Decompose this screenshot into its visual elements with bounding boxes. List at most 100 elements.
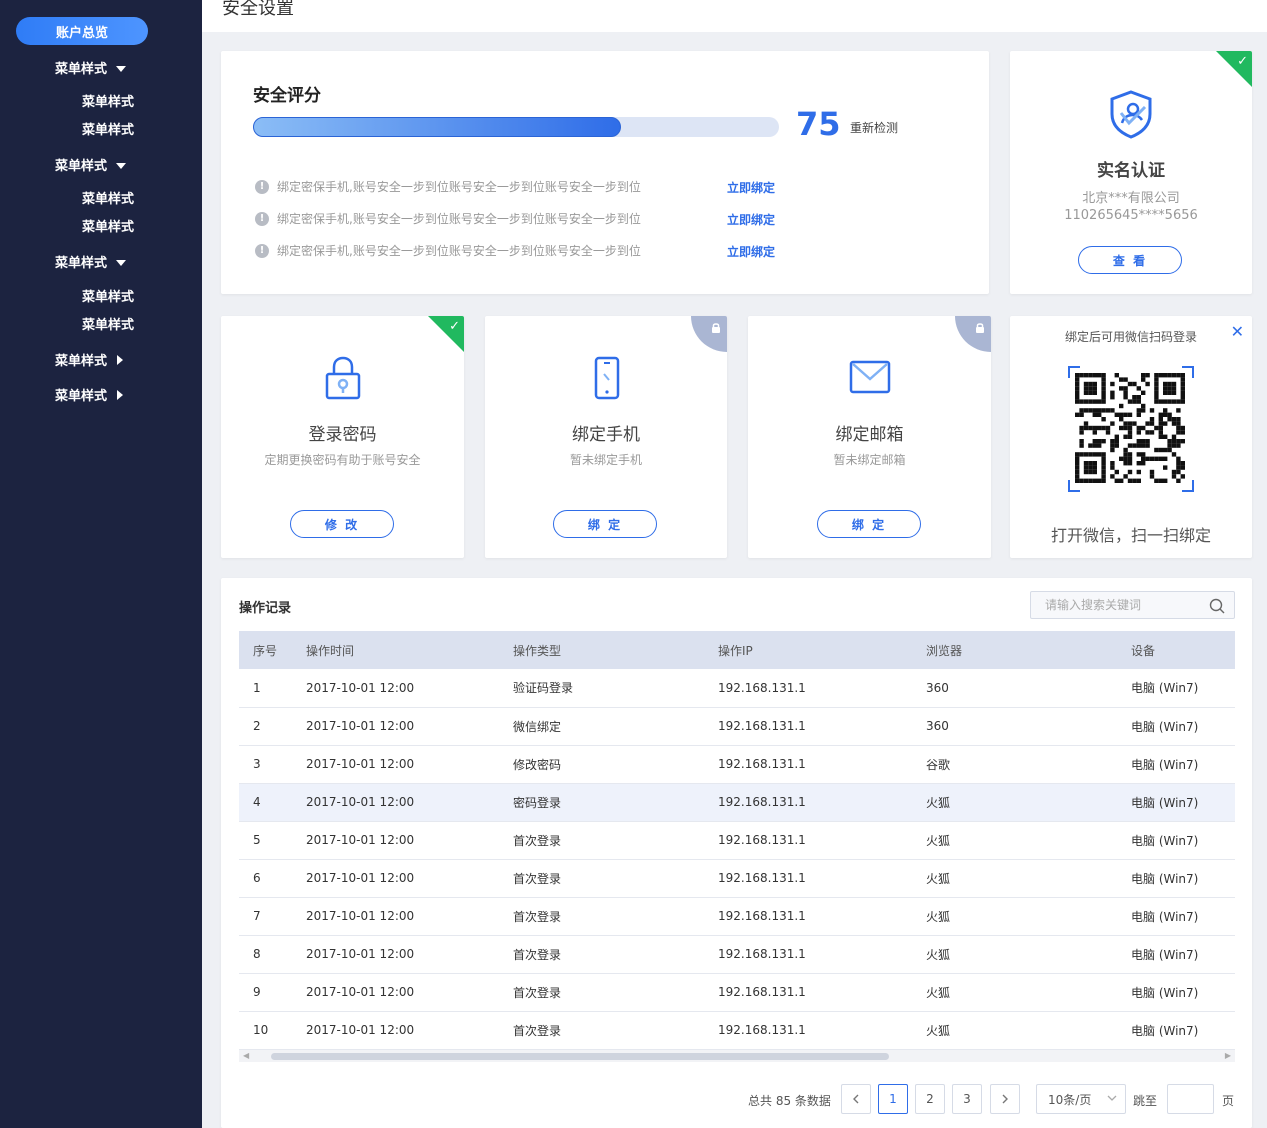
header: 安全设置 — [202, 0, 1267, 32]
nav-sub-item[interactable]: 菜单样式 — [82, 314, 134, 333]
nav-sub-item[interactable]: 菜单样式 — [82, 286, 134, 305]
prev-page-button[interactable] — [841, 1084, 871, 1114]
table-cell: 10 — [239, 1011, 292, 1050]
nav-group-label: 菜单样式 — [55, 159, 108, 174]
page-title: 安全设置 — [222, 0, 294, 19]
nav-sub-item[interactable]: 菜单样式 — [82, 188, 134, 207]
nav-group-2[interactable]: 菜单样式 — [55, 155, 127, 174]
page-button[interactable]: 3 — [952, 1084, 982, 1114]
bind-email-button[interactable]: 绑 定 — [817, 510, 921, 538]
score-title: 安全评分 — [253, 86, 321, 106]
table-cell: 首次登录 — [499, 821, 704, 860]
table-cell: 2017-10-01 12:00 — [292, 859, 499, 898]
horizontal-scrollbar[interactable]: ◀ ▶ — [239, 1050, 1235, 1062]
lock-icon — [325, 356, 361, 400]
records-table: 序号 操作时间 操作类型 操作IP 浏览器 设备 1 2017-10-01 12:… — [239, 631, 1235, 1050]
table-cell: 192.168.131.1 — [704, 707, 912, 746]
table-cell: 2 — [239, 707, 292, 746]
search-icon[interactable] — [1209, 598, 1225, 614]
scroll-right-icon[interactable]: ▶ — [1225, 1051, 1231, 1060]
table-row: 1 2017-10-01 12:00 验证码登录 192.168.131.1 360 电脑… — [239, 669, 1235, 708]
tip-row: ! 绑定密保手机,账号安全一步到位账号安全一步到位账号安全一步到位 — [255, 210, 795, 227]
modify-password-button[interactable]: 修 改 — [290, 510, 394, 538]
table-cell: 192.168.131.1 — [704, 897, 912, 936]
table-row: 8 2017-10-01 12:00 首次登录 192.168.131.1 火狐 电脑 (… — [239, 935, 1235, 974]
nav-group-3[interactable]: 菜单样式 — [55, 252, 127, 271]
nav-sub-item[interactable]: 菜单样式 — [82, 216, 134, 235]
bind-now-link[interactable]: 立即绑定 — [727, 211, 775, 228]
info-icon: ! — [255, 211, 269, 226]
page-size-select[interactable]: 10条/页 — [1036, 1084, 1126, 1114]
nav-group-label: 菜单样式 — [55, 62, 108, 77]
chevron-right-icon — [1002, 1094, 1008, 1104]
records-title: 操作记录 — [239, 601, 292, 616]
nav-sub-item[interactable]: 菜单样式 — [82, 91, 134, 110]
nav-group-5[interactable]: 菜单样式 — [55, 385, 124, 404]
table-cell: 谷歌 — [912, 745, 1117, 784]
table-cell: 192.168.131.1 — [704, 1011, 912, 1050]
table-cell: 首次登录 — [499, 1011, 704, 1050]
bind-now-link[interactable]: 立即绑定 — [727, 179, 775, 196]
table-cell: 192.168.131.1 — [704, 783, 912, 822]
page-unit-label: 页 — [1222, 1094, 1235, 1108]
tip-row: ! 绑定密保手机,账号安全一步到位账号安全一步到位账号安全一步到位 — [255, 242, 795, 259]
recheck-link[interactable]: 重新检测 — [850, 119, 898, 136]
table-cell: 电脑 (Win7) — [1117, 821, 1235, 860]
tip-row: ! 绑定密保手机,账号安全一步到位账号安全一步到位账号安全一步到位 — [255, 178, 795, 195]
view-button[interactable]: 查 看 — [1078, 246, 1182, 274]
table-cell: 电脑 (Win7) — [1117, 859, 1235, 898]
sidebar: 账户总览 菜单样式 菜单样式 菜单样式 菜单样式 菜单样式 菜单样式 菜单样式 … — [0, 0, 202, 1128]
table-cell: 密码登录 — [499, 783, 704, 822]
scrollbar-thumb[interactable] — [271, 1053, 889, 1060]
next-page-button[interactable] — [990, 1084, 1020, 1114]
table-cell: 验证码登录 — [499, 669, 704, 708]
table-row: 10 2017-10-01 12:00 首次登录 192.168.131.1 火狐 电脑 … — [239, 1011, 1235, 1050]
table-cell: 192.168.131.1 — [704, 859, 912, 898]
table-cell: 电脑 (Win7) — [1117, 1011, 1235, 1050]
table-cell: 首次登录 — [499, 973, 704, 1012]
caret-down-icon — [116, 162, 127, 169]
table-cell: 火狐 — [912, 897, 1117, 936]
table-cell: 192.168.131.1 — [704, 745, 912, 784]
locked-corner — [955, 316, 991, 352]
table-cell: 9 — [239, 973, 292, 1012]
scroll-left-icon[interactable]: ◀ — [243, 1051, 249, 1060]
table-cell: 2017-10-01 12:00 — [292, 783, 499, 822]
card-title: 绑定邮箱 — [835, 425, 904, 445]
lock-small-icon — [976, 323, 984, 333]
close-icon[interactable]: ✕ — [1231, 322, 1244, 341]
qr-title: 绑定后可用微信扫码登录 — [1064, 330, 1197, 344]
card-subtitle: 定期更换密码有助于账号安全 — [264, 453, 421, 467]
nav-sub-item[interactable]: 菜单样式 — [82, 119, 134, 138]
table-cell: 首次登录 — [499, 897, 704, 936]
nav-group-label: 菜单样式 — [55, 354, 108, 369]
table-cell: 电脑 (Win7) — [1117, 707, 1235, 746]
jump-page-input[interactable] — [1167, 1084, 1214, 1114]
score-value: 75 — [796, 105, 841, 143]
column-header: 操作类型 — [499, 631, 704, 669]
table-cell: 电脑 (Win7) — [1117, 935, 1235, 974]
nav-group-4[interactable]: 菜单样式 — [55, 350, 124, 369]
page-button[interactable]: 2 — [915, 1084, 945, 1114]
table-cell: 火狐 — [912, 973, 1117, 1012]
qr-code — [1068, 366, 1194, 492]
card-subtitle: 暂未绑定手机 — [569, 453, 642, 467]
table-cell: 微信绑定 — [499, 707, 704, 746]
jump-label: 跳至 — [1133, 1094, 1158, 1108]
operation-records-card: 操作记录 序号 操作时间 操作类型 操作IP 浏览器 设备 12017-10-0… — [221, 578, 1252, 1128]
search-input[interactable] — [1031, 592, 1201, 618]
chevron-left-icon — [853, 1094, 859, 1104]
page-button[interactable]: 1 — [878, 1084, 908, 1114]
table-cell: 2017-10-01 12:00 — [292, 745, 499, 784]
table-cell: 火狐 — [912, 935, 1117, 974]
phone-icon — [594, 356, 620, 400]
page-size-value: 10条/页 — [1048, 1092, 1092, 1107]
realname-id: 110265645****5656 — [1064, 208, 1198, 223]
nav-item-account-overview[interactable]: 账户总览 — [16, 17, 148, 45]
nav-group-1[interactable]: 菜单样式 — [55, 58, 127, 77]
bind-now-link[interactable]: 立即绑定 — [727, 243, 775, 260]
check-icon: ✓ — [449, 319, 460, 334]
table-cell: 2017-10-01 12:00 — [292, 1011, 499, 1050]
table-cell: 8 — [239, 935, 292, 974]
bind-phone-button[interactable]: 绑 定 — [553, 510, 657, 538]
